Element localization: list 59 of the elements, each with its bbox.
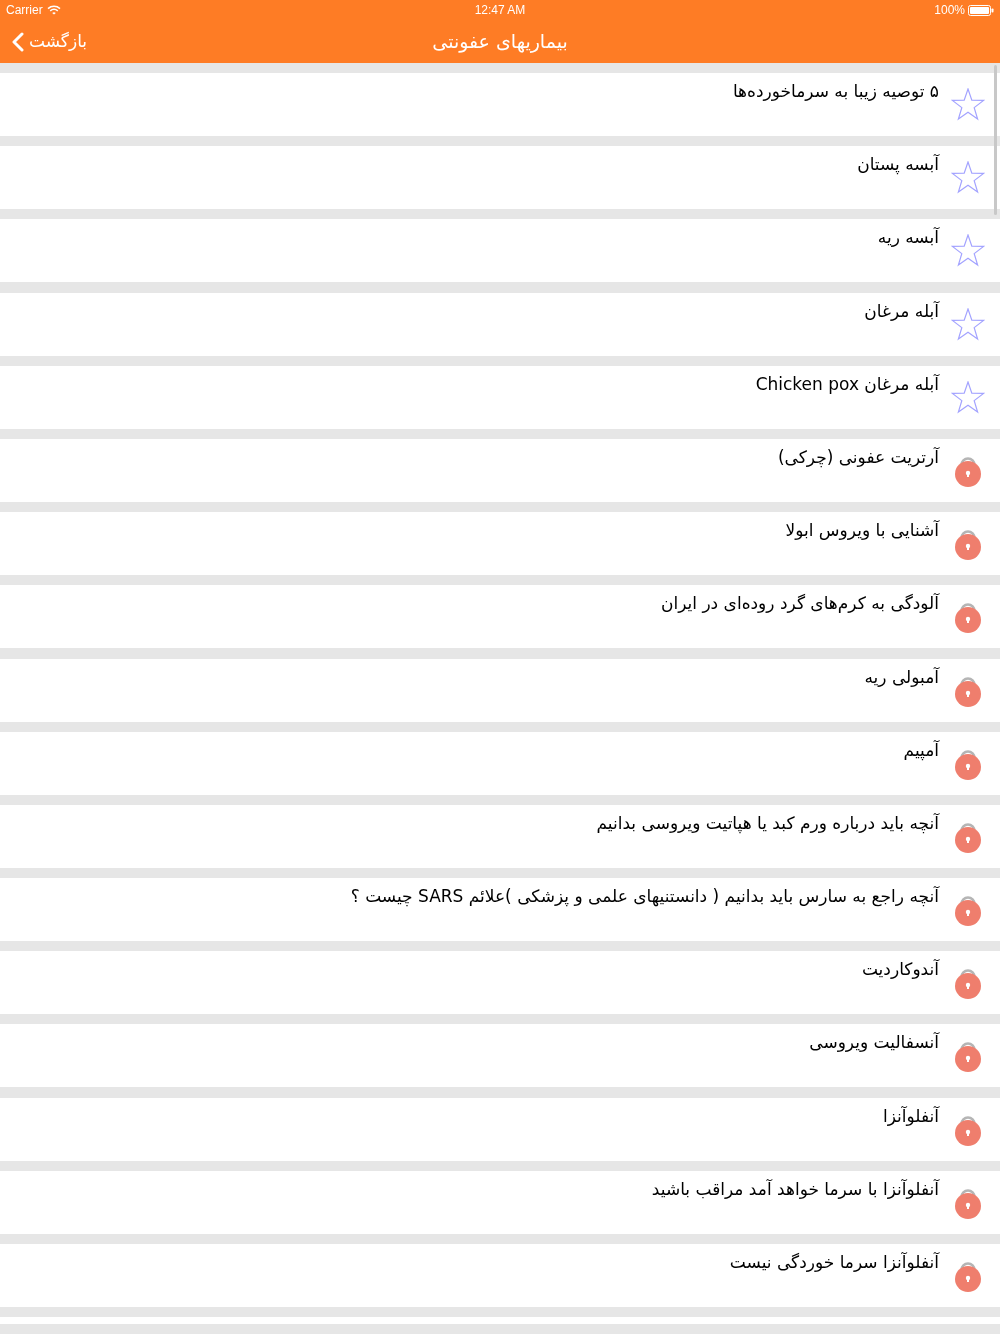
list-row[interactable]: آنفلوآنزا bbox=[0, 1097, 1000, 1161]
chevron-left-icon bbox=[11, 31, 24, 52]
row-title: آبله مرغان Chicken pox bbox=[755, 372, 939, 395]
row-title: آبسه پستان bbox=[857, 153, 939, 176]
list-row[interactable]: آنفلوآنزا سرما خوردگی نیست bbox=[0, 1244, 1000, 1307]
battery-percentage: 100% bbox=[934, 2, 965, 19]
lock-icon bbox=[955, 1041, 981, 1073]
screen-title: بیماریهای عفونتی bbox=[432, 29, 568, 55]
clock-time: 12:47 AM bbox=[474, 2, 526, 19]
list-row[interactable]: آبله مرغان bbox=[0, 292, 1000, 356]
row-title: آبسه ریه bbox=[877, 226, 939, 249]
row-title: آشنایی با ویروس ابولا bbox=[785, 519, 939, 542]
list-row[interactable]: آلودگی به کرم‌های گرد روده‌ای در ایران bbox=[0, 585, 1000, 649]
row-title: آمپیم bbox=[903, 738, 939, 761]
list-row[interactable]: آمبولی ریه bbox=[0, 658, 1000, 722]
lock-icon bbox=[955, 529, 981, 561]
row-title: آنفلوآنزا bbox=[882, 1104, 939, 1127]
row-title: آبله مرغان bbox=[864, 299, 939, 322]
list-row[interactable]: آنفلوآنزا با سرما خواهد آمد مراقب باشید bbox=[0, 1170, 1000, 1234]
wifi-icon bbox=[46, 5, 61, 15]
lock-icon bbox=[955, 968, 981, 1000]
lock-icon bbox=[955, 748, 981, 780]
star-icon bbox=[951, 307, 985, 341]
lock-icon bbox=[955, 602, 981, 634]
lock-icon bbox=[955, 821, 981, 853]
lock-icon bbox=[955, 1261, 981, 1292]
lock-icon bbox=[955, 895, 981, 927]
lock-icon bbox=[955, 1114, 981, 1146]
list-row[interactable]: آندوکاردیت bbox=[0, 951, 1000, 1015]
list-row[interactable]: آشنایی با ویروس ابولا bbox=[0, 512, 1000, 576]
lock-icon bbox=[955, 455, 981, 487]
list-row[interactable]: آبسه پستان bbox=[0, 146, 1000, 210]
star-icon bbox=[951, 161, 985, 195]
row-title: آنفلوآنزا با سرما خواهد آمد مراقب باشید bbox=[651, 1177, 939, 1200]
list-row[interactable]: آمپیم bbox=[0, 731, 1000, 795]
list-row[interactable] bbox=[0, 1317, 1000, 1325]
row-title: ۵ توصیه زیبا به سرماخورده‌ها bbox=[732, 80, 939, 102]
list-row[interactable]: آنسفالیت ویروسی bbox=[0, 1024, 1000, 1088]
lock-icon bbox=[955, 1187, 981, 1219]
row-title: آمبولی ریه bbox=[864, 665, 939, 688]
star-icon bbox=[951, 380, 985, 414]
row-title: آندوکاردیت bbox=[861, 958, 939, 981]
row-title: آنسفالیت ویروسی bbox=[809, 1031, 939, 1054]
carrier-label: Carrier bbox=[6, 2, 43, 19]
row-title: آرتریت عفونی (چرکی) bbox=[777, 445, 939, 468]
row-title: آنچه باید درباره ورم کبد یا هپاتیت ویروسی بدانیم bbox=[596, 811, 939, 834]
list-row[interactable]: ۵ توصیه زیبا به سرماخورده‌ها bbox=[0, 73, 1000, 136]
list-row[interactable]: آرتریت عفونی (چرکی) bbox=[0, 438, 1000, 502]
list-row[interactable]: آنچه باید درباره ورم کبد یا هپاتیت ویروسی بدانیم bbox=[0, 804, 1000, 868]
list-row[interactable]: آنچه راجع به سارس باید بدانیم ( دانستنیهای علمی و پزشکی )علائم SARS چیست ؟ bbox=[0, 878, 1000, 942]
list-row[interactable]: آبله مرغان Chicken pox bbox=[0, 365, 1000, 429]
star-icon bbox=[951, 234, 985, 268]
star-icon bbox=[951, 88, 985, 121]
list-row[interactable]: آبسه ریه bbox=[0, 219, 1000, 283]
lock-icon bbox=[955, 675, 981, 707]
battery-icon bbox=[968, 4, 994, 16]
row-title: آنفلوآنزا سرما خوردگی نیست bbox=[729, 1251, 939, 1273]
row-title: آنچه راجع به سارس باید بدانیم ( دانستنیهای علمی و پزشکی )علائم SARS چیست ؟ bbox=[350, 885, 939, 908]
row-title: آلودگی به کرم‌های گرد روده‌ای در ایران bbox=[660, 592, 939, 615]
